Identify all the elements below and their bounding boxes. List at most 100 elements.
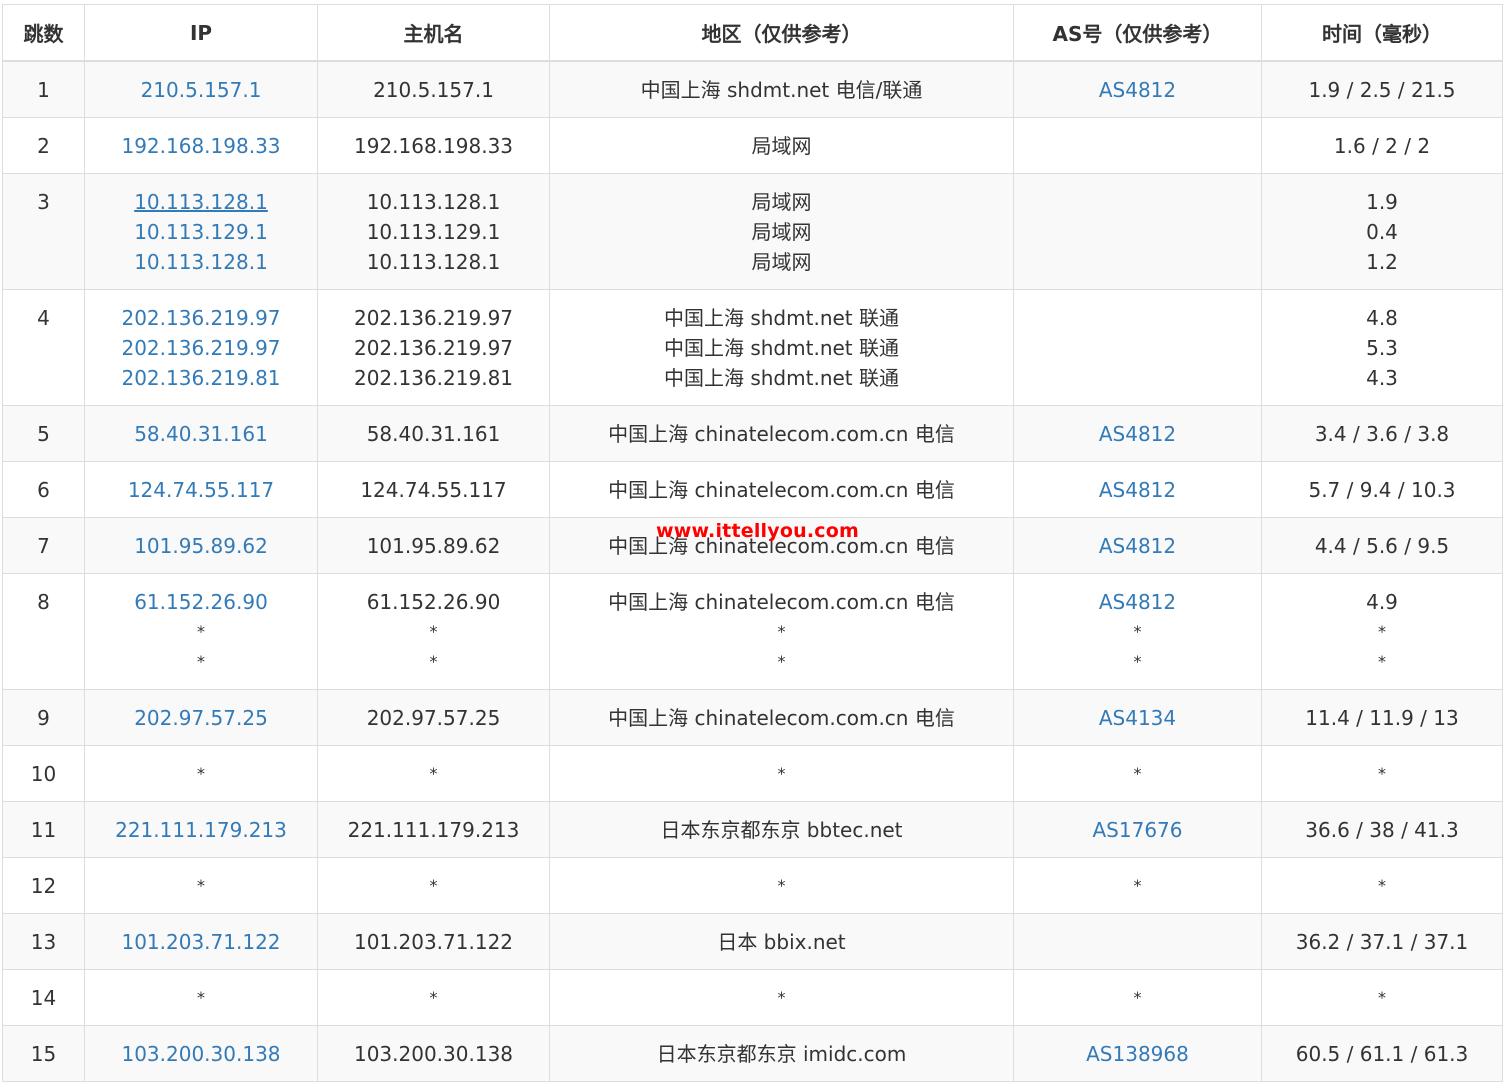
time-text: 36.6 / 38 / 41.3 [1305, 818, 1459, 842]
ip-link[interactable]: 202.136.219.97 [89, 303, 313, 333]
time-text: 4.9 [1366, 590, 1398, 614]
ip-link[interactable]: 202.136.219.81 [89, 363, 313, 393]
table-row: 4 202.136.219.97 202.136.219.97 202.136.219… [2, 289, 1503, 406]
region-text: 中国上海 chinatelecom.com.cn 电信 [608, 422, 955, 446]
region-text: 中国上海 chinatelecom.com.cn 电信 [608, 706, 955, 730]
host-cell: * [317, 745, 550, 802]
ip-link[interactable]: 10.113.128.1 [89, 187, 313, 217]
as-link[interactable]: AS4812 [1018, 475, 1257, 505]
region-text: 日本东京都东京 imidc.com [656, 1042, 907, 1066]
time-text: 5.3 [1366, 336, 1398, 360]
as-text [1018, 363, 1257, 393]
table-row: 1 210.5.157.1 210.5.157.1 中国上海 shdmt.net 电信… [2, 60, 1503, 118]
ip-link[interactable]: 61.152.26.90 [89, 587, 313, 617]
host-cell: 202.136.219.97 202.136.219.97 202.136.219.… [317, 289, 550, 406]
table-row: 3 10.113.128.1 10.113.129.1 10.113.128.1 10.… [2, 173, 1503, 290]
host-text: 10.113.128.1 [366, 250, 501, 274]
ip-text: * [197, 622, 205, 641]
ip-link[interactable]: 192.168.198.33 [89, 131, 313, 161]
table-body: 1 210.5.157.1 210.5.157.1 中国上海 shdmt.net 电信… [2, 60, 1503, 1082]
ip-link[interactable]: 103.200.30.138 [89, 1039, 313, 1069]
as-text [1018, 333, 1257, 363]
as-link[interactable]: AS4134 [1018, 703, 1257, 733]
ip-link[interactable]: 58.40.31.161 [89, 419, 313, 449]
ip-link[interactable]: 10.113.128.1 [89, 247, 313, 277]
time-cell: 1.9 / 2.5 / 21.5 [1261, 60, 1503, 118]
ip-text: * [197, 652, 205, 671]
region-cell: 局域网 [549, 117, 1014, 174]
region-cell: * [549, 857, 1014, 914]
time-cell: 11.4 / 11.9 / 13 [1261, 689, 1503, 746]
region-cell: 日本 bbix.net [549, 913, 1014, 970]
header-region: 地区（仅供参考） [549, 4, 1014, 62]
region-text: 中国上海 shdmt.net 联通 [663, 336, 899, 360]
region-text: * [777, 876, 786, 895]
host-text: 10.113.129.1 [366, 220, 501, 244]
as-link[interactable]: AS4812 [1018, 75, 1257, 105]
time-text: 36.2 / 37.1 / 37.1 [1295, 930, 1469, 954]
ip-link[interactable]: 10.113.129.1 [89, 217, 313, 247]
region-cell: 局域网 局域网 局域网 [549, 173, 1014, 290]
region-cell: 中国上海 chinatelecom.com.cn 电信 [549, 517, 1014, 574]
as-link[interactable]: AS4812 [1018, 419, 1257, 449]
traceroute-table-container: 跳数 IP 主机名 地区（仅供参考） AS号（仅供参考） 时间（毫秒） 1 210… [2, 4, 1503, 1082]
host-text: 202.136.219.81 [353, 366, 514, 390]
time-text: * [1378, 622, 1386, 641]
host-text: 210.5.157.1 [373, 78, 494, 102]
ip-cell: 101.95.89.62 [84, 517, 318, 574]
host-text: 103.200.30.138 [353, 1042, 514, 1066]
as-link[interactable]: AS138968 [1018, 1039, 1257, 1069]
as-cell [1013, 173, 1262, 290]
time-cell: 1.6 / 2 / 2 [1261, 117, 1503, 174]
ip-link[interactable]: 202.97.57.25 [89, 703, 313, 733]
hop-number: 15 [30, 1042, 57, 1066]
as-link[interactable]: AS17676 [1018, 815, 1257, 845]
hop-number: 10 [30, 762, 57, 786]
region-text: 中国上海 chinatelecom.com.cn 电信 [608, 478, 955, 502]
ip-link[interactable]: 124.74.55.117 [89, 475, 313, 505]
host-cell: * [317, 857, 550, 914]
hop-number-cell: 9 [2, 689, 85, 746]
ip-cell: 192.168.198.33 [84, 117, 318, 174]
as-cell: * [1013, 745, 1262, 802]
host-text: 202.136.219.97 [353, 306, 514, 330]
region-text: 日本 bbix.net [717, 930, 846, 954]
hop-number: 13 [30, 930, 57, 954]
ip-link[interactable]: 101.95.89.62 [89, 531, 313, 561]
hop-number-cell: 11 [2, 801, 85, 858]
host-cell: 210.5.157.1 [317, 60, 550, 118]
as-cell: * [1013, 969, 1262, 1026]
region-cell: 中国上海 chinatelecom.com.cn 电信 [549, 405, 1014, 462]
as-link[interactable]: AS4812 [1018, 587, 1257, 617]
ip-link[interactable]: 210.5.157.1 [89, 75, 313, 105]
host-cell: 101.203.71.122 [317, 913, 550, 970]
ip-link[interactable]: 202.136.219.97 [89, 333, 313, 363]
region-text: * [777, 652, 786, 671]
time-text: 1.9 [1366, 190, 1398, 214]
as-text [1018, 927, 1257, 957]
as-cell: AS4812 [1013, 60, 1262, 118]
as-cell: * [1013, 857, 1262, 914]
header-ip: IP [84, 4, 318, 62]
time-text: 1.6 / 2 / 2 [1333, 134, 1431, 158]
region-cell: 中国上海 chinatelecom.com.cn 电信 [549, 689, 1014, 746]
region-text: 中国上海 shdmt.net 电信/联通 [640, 78, 923, 102]
table-header-row: 跳数 IP 主机名 地区（仅供参考） AS号（仅供参考） 时间（毫秒） [2, 4, 1503, 62]
time-text: 11.4 / 11.9 / 13 [1305, 706, 1459, 730]
as-link[interactable]: AS4812 [1018, 531, 1257, 561]
header-time: 时间（毫秒） [1261, 4, 1503, 62]
time-text: * [1378, 988, 1386, 1007]
header-as: AS号（仅供参考） [1013, 4, 1262, 62]
table-row: 13 101.203.71.122 101.203.71.122 日本 bbix.ne… [2, 913, 1503, 970]
as-text [1018, 131, 1257, 161]
host-cell: 221.111.179.213 [317, 801, 550, 858]
host-text: 192.168.198.33 [353, 134, 514, 158]
host-text: * [429, 622, 438, 641]
ip-link[interactable]: 101.203.71.122 [89, 927, 313, 957]
as-text: * [1133, 652, 1142, 671]
table-row: 11 221.111.179.213 221.111.179.213 日本东京都东京 … [2, 801, 1503, 858]
region-text: * [777, 988, 786, 1007]
ip-link[interactable]: 221.111.179.213 [89, 815, 313, 845]
ip-cell: 210.5.157.1 [84, 60, 318, 118]
hop-number: 11 [30, 818, 57, 842]
